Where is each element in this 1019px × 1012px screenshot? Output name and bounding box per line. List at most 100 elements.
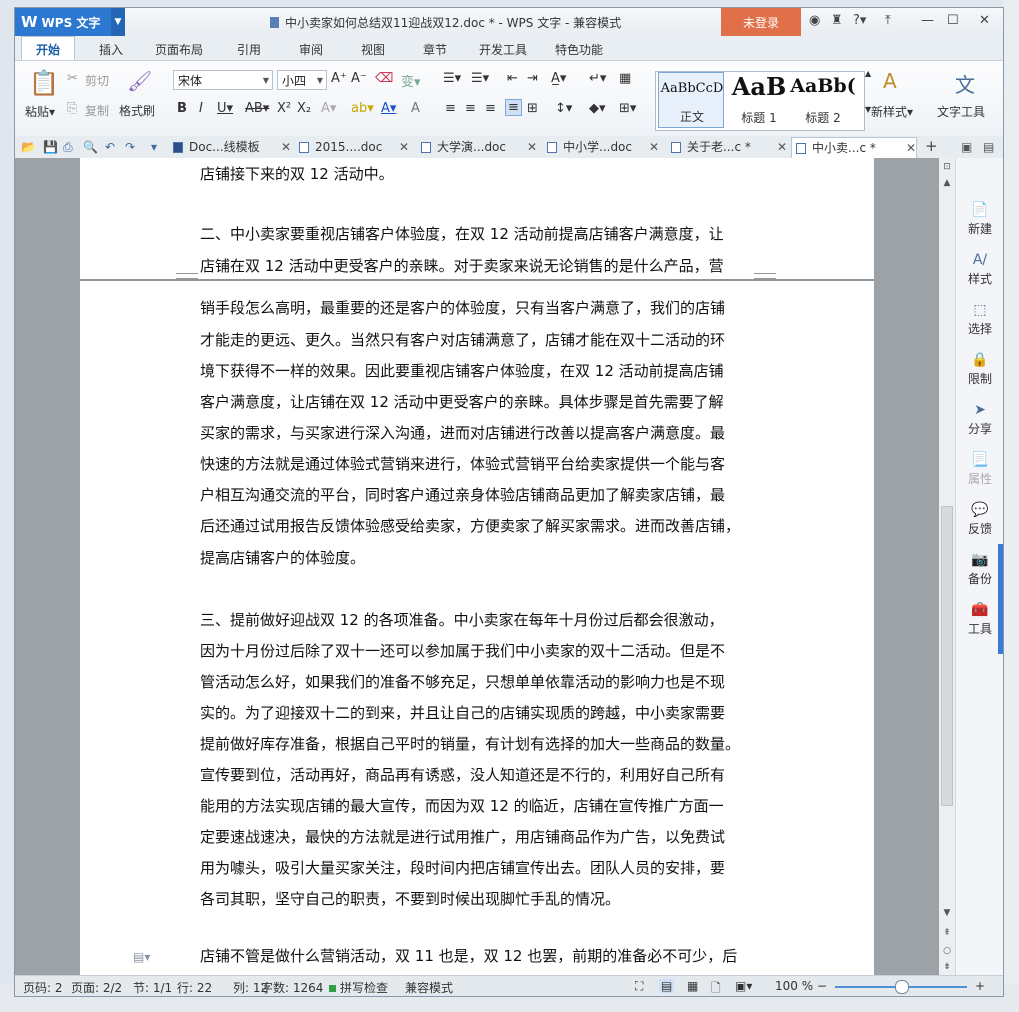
close-tab-icon[interactable]: ✕ bbox=[527, 137, 537, 158]
underline-icon[interactable]: U▾ bbox=[217, 101, 233, 116]
panel-tools[interactable]: 🧰 工具 bbox=[956, 602, 1003, 637]
tab-page-layout[interactable]: 页面布局 bbox=[155, 41, 203, 58]
bold-icon[interactable]: B bbox=[177, 101, 187, 116]
document-line[interactable]: 管活动怎么好，如果我们的准备不够充足，只想单单依靠活动的影响力也是不现 bbox=[200, 672, 754, 692]
close-tab-icon[interactable]: ✕ bbox=[906, 138, 916, 159]
align-right-icon[interactable]: ≡ bbox=[485, 101, 496, 116]
italic-icon[interactable]: I bbox=[199, 101, 203, 116]
panel-backup[interactable]: 📷 备份 bbox=[956, 552, 1003, 587]
new-tab-icon[interactable]: + bbox=[925, 137, 938, 155]
status-section[interactable]: 节: 1/1 bbox=[133, 979, 172, 996]
quick-access-dropdown-icon[interactable]: ▾ bbox=[151, 140, 157, 154]
document-area[interactable]: 店铺接下来的双 12 活动中。 二、中小卖家要重视店铺客户体验度，在双 12 活动… bbox=[15, 158, 939, 975]
zoom-slider-knob[interactable] bbox=[895, 980, 909, 994]
close-tab-icon[interactable]: ✕ bbox=[777, 137, 787, 158]
scroll-thumb[interactable] bbox=[941, 506, 953, 806]
style-heading-1[interactable]: AaB 标题 1 bbox=[726, 72, 792, 128]
cut-button[interactable]: 剪切 bbox=[85, 72, 109, 89]
new-style-icon[interactable]: A bbox=[883, 69, 897, 93]
document-line[interactable]: 实的。为了迎接双十二的到来，并且让自己的店铺实现质的跨越，中小卖家需要 bbox=[200, 703, 754, 723]
status-row[interactable]: 行: 22 bbox=[177, 979, 212, 996]
collapse-ribbon-icon[interactable]: ⤒ bbox=[885, 13, 891, 28]
styles-scroll-up-icon[interactable]: ▲ bbox=[865, 69, 871, 78]
format-painter-icon[interactable]: 🖌 bbox=[127, 69, 152, 93]
bullet-list-icon[interactable]: ☰▾ bbox=[443, 71, 461, 86]
phonetic-icon[interactable]: 变▾ bbox=[401, 71, 421, 90]
zoom-level[interactable]: 100 % bbox=[775, 979, 813, 993]
panel-restrict[interactable]: 🔒 限制 bbox=[956, 352, 1003, 387]
document-line[interactable]: 境下获得不一样的效果。因此要重视店铺客户体验度，在双 12 活动前提高店铺 bbox=[200, 361, 754, 381]
tab-chapter[interactable]: 章节 bbox=[423, 41, 447, 58]
page-view-icon[interactable]: ▤ bbox=[659, 979, 675, 993]
distribute-icon[interactable]: ⊞ bbox=[527, 101, 538, 116]
doc-tab-4[interactable]: 中小学...doc ✕ bbox=[543, 137, 659, 158]
numbered-list-icon[interactable]: ☰▾ bbox=[471, 71, 489, 86]
panel-share[interactable]: ➤ 分享 bbox=[956, 402, 1003, 437]
copy-button[interactable]: 复制 bbox=[85, 102, 109, 119]
font-color-icon[interactable]: A▾ bbox=[381, 101, 396, 116]
grow-font-icon[interactable]: A⁺ bbox=[331, 71, 347, 86]
vertical-scrollbar[interactable]: ⊡ ▲ ▼ ⇞ ○ ⇟ bbox=[939, 158, 955, 975]
border-icon[interactable]: ⊞▾ bbox=[619, 101, 636, 116]
style-normal[interactable]: AaBbCcD 正文 bbox=[658, 72, 724, 128]
panel-style[interactable]: A/样式 bbox=[956, 252, 1003, 287]
document-line[interactable]: 户相互沟通交流的平台，同时客户通过亲身体验店铺商品更加了解卖家店铺，最 bbox=[200, 485, 754, 505]
login-button[interactable]: 未登录 bbox=[721, 8, 801, 36]
next-page-icon[interactable]: ⇟ bbox=[939, 962, 955, 972]
decrease-indent-icon[interactable]: ⇤ bbox=[507, 71, 518, 86]
strikethrough-icon[interactable]: AB▾ bbox=[245, 101, 269, 116]
document-line[interactable]: 三、提前做好迎战双 12 的各项准备。中小卖家在每年十月份过后都会很激动， bbox=[200, 610, 754, 630]
app-menu-button[interactable]: W WPS 文字 ▼ bbox=[15, 8, 125, 36]
maximize-button[interactable]: ☐ bbox=[947, 13, 959, 28]
app-menu-dropdown-icon[interactable]: ▼ bbox=[111, 8, 125, 36]
scroll-down-icon[interactable]: ▼ bbox=[939, 908, 955, 918]
format-painter-button[interactable]: 格式刷 bbox=[119, 102, 155, 119]
justify-icon[interactable]: ≡ bbox=[505, 99, 522, 116]
document-line[interactable]: 客户满意度，让店铺在双 12 活动中更受客户的亲睐。具体步骤是首先需要了解 bbox=[200, 392, 754, 412]
panel-edge-tab[interactable] bbox=[998, 544, 1003, 654]
document-line[interactable]: 店铺接下来的双 12 活动中。 bbox=[200, 164, 754, 184]
table-icon[interactable]: ▦ bbox=[619, 71, 631, 86]
align-left-icon[interactable]: ≡ bbox=[445, 101, 456, 116]
tab-options-icon[interactable]: ▤ bbox=[983, 140, 994, 154]
print-icon[interactable]: ⎙ bbox=[63, 140, 73, 155]
document-line[interactable]: 快速的方法就是通过体验式营销来进行，体验式营销平台给卖家提供一个能与客 bbox=[200, 454, 754, 474]
panel-select[interactable]: ⬚ 选择 bbox=[956, 302, 1003, 337]
status-word-count[interactable]: 字数: 1264 bbox=[261, 979, 323, 996]
font-size-select[interactable]: 小四 ▼ bbox=[277, 70, 327, 90]
tab-developer[interactable]: 开发工具 bbox=[479, 41, 527, 58]
subscript-icon[interactable]: X₂ bbox=[297, 101, 311, 116]
select-browse-icon[interactable]: ○ bbox=[939, 946, 955, 956]
note-icon[interactable]: ▤▾ bbox=[133, 950, 150, 964]
scroll-up-icon[interactable]: ▲ bbox=[939, 178, 955, 188]
shirt-icon[interactable]: ♜ bbox=[831, 13, 843, 28]
document-line[interactable]: 买家的需求，与买家进行深入沟通，进而对店铺进行改善以提高客户满意度。最 bbox=[200, 423, 754, 443]
document-line[interactable]: 店铺不管是做什么营销活动，双 11 也是，双 12 也罢，前期的准备必不可少，后 bbox=[200, 946, 754, 966]
doc-tab-3[interactable]: 大学演...doc ✕ bbox=[417, 137, 537, 158]
text-effect-icon[interactable]: A▾ bbox=[321, 101, 336, 116]
status-page-number[interactable]: 页码: 2 bbox=[23, 979, 63, 996]
paste-button[interactable]: 粘贴▾ bbox=[25, 103, 55, 120]
status-pages[interactable]: 页面: 2/2 bbox=[71, 979, 122, 996]
increase-indent-icon[interactable]: ⇥ bbox=[527, 71, 538, 86]
shading-icon[interactable]: ◆▾ bbox=[589, 101, 606, 116]
document-line[interactable]: 后还通过试用报告反馈体验感受给卖家，方便卖家了解买家需求。进而改善店铺， bbox=[200, 516, 754, 536]
close-tab-icon[interactable]: ✕ bbox=[281, 137, 291, 158]
text-tools-icon[interactable]: 文 bbox=[955, 69, 975, 98]
superscript-icon[interactable]: X² bbox=[277, 101, 291, 116]
zoom-in-icon[interactable]: + bbox=[975, 979, 985, 993]
new-style-button[interactable]: 新样式▾ bbox=[871, 103, 913, 120]
doc-tab-5[interactable]: 关于老...c * ✕ bbox=[667, 137, 787, 158]
tab-references[interactable]: 引用 bbox=[237, 41, 261, 58]
help-icon[interactable]: ?▾ bbox=[853, 13, 866, 28]
tab-home[interactable]: 开始 bbox=[21, 36, 76, 60]
print-preview-icon[interactable]: 🔍 bbox=[83, 140, 98, 154]
tab-insert[interactable]: 插入 bbox=[99, 41, 123, 58]
tab-special[interactable]: 特色功能 bbox=[555, 41, 603, 58]
document-line[interactable]: 二、中小卖家要重视店铺客户体验度，在双 12 活动前提高店铺客户满意度，让 bbox=[200, 224, 754, 244]
open-folder-icon[interactable]: 📂 bbox=[21, 140, 36, 154]
undo-icon[interactable]: ↶ bbox=[105, 140, 115, 154]
spell-check-toggle[interactable]: 拼写检查 bbox=[329, 979, 388, 996]
font-family-select[interactable]: 宋体 ▼ bbox=[173, 70, 273, 90]
zoom-out-icon[interactable]: − bbox=[817, 979, 827, 993]
